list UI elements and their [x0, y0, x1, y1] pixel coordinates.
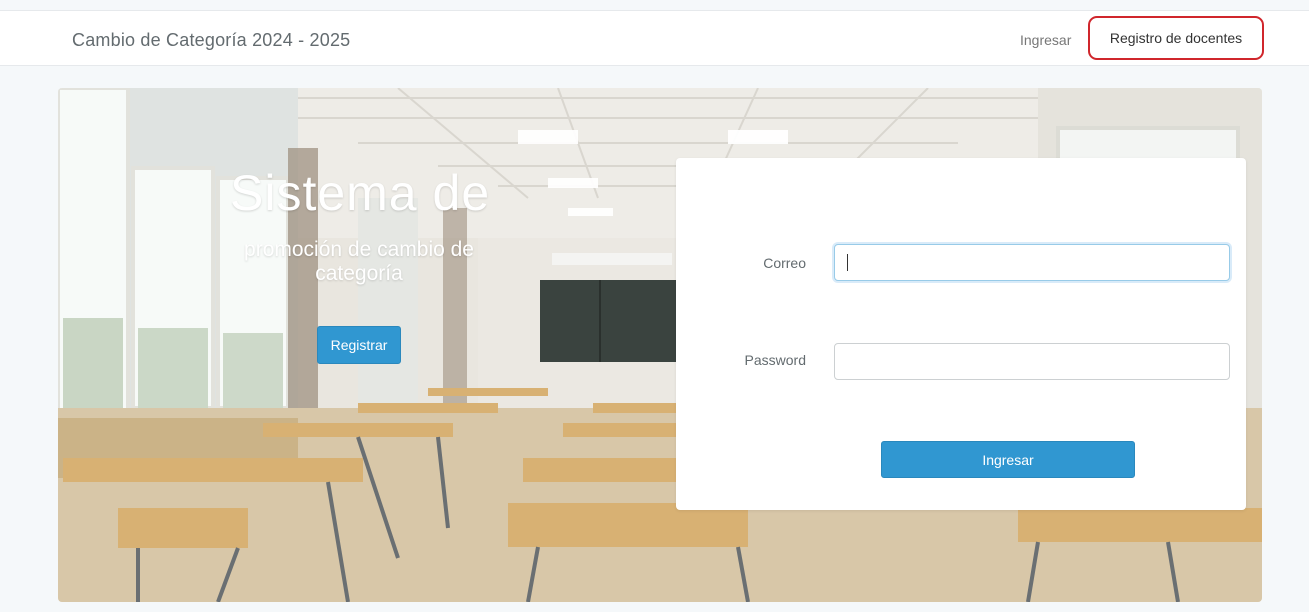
nav-link-ingresar[interactable]: Ingresar — [1020, 32, 1071, 48]
login-panel: Correo Password Ingresar — [676, 158, 1246, 510]
password-field[interactable] — [834, 343, 1230, 380]
register-button[interactable]: Registrar — [317, 326, 401, 364]
text-cursor — [847, 254, 848, 271]
nav-link-registro-docentes[interactable]: Registro de docentes — [1088, 16, 1264, 60]
hero-title: Sistema de — [230, 165, 491, 221]
password-label: Password — [744, 352, 806, 368]
top-navbar: Cambio de Categoría 2024 - 2025 Ingresar… — [0, 10, 1309, 66]
navbar-brand[interactable]: Cambio de Categoría 2024 - 2025 — [72, 30, 350, 51]
hero-subtitle: promoción de cambio de categoría — [244, 238, 474, 285]
email-label: Correo — [763, 255, 806, 271]
login-submit-button[interactable]: Ingresar — [881, 441, 1135, 478]
email-field[interactable] — [834, 244, 1230, 281]
